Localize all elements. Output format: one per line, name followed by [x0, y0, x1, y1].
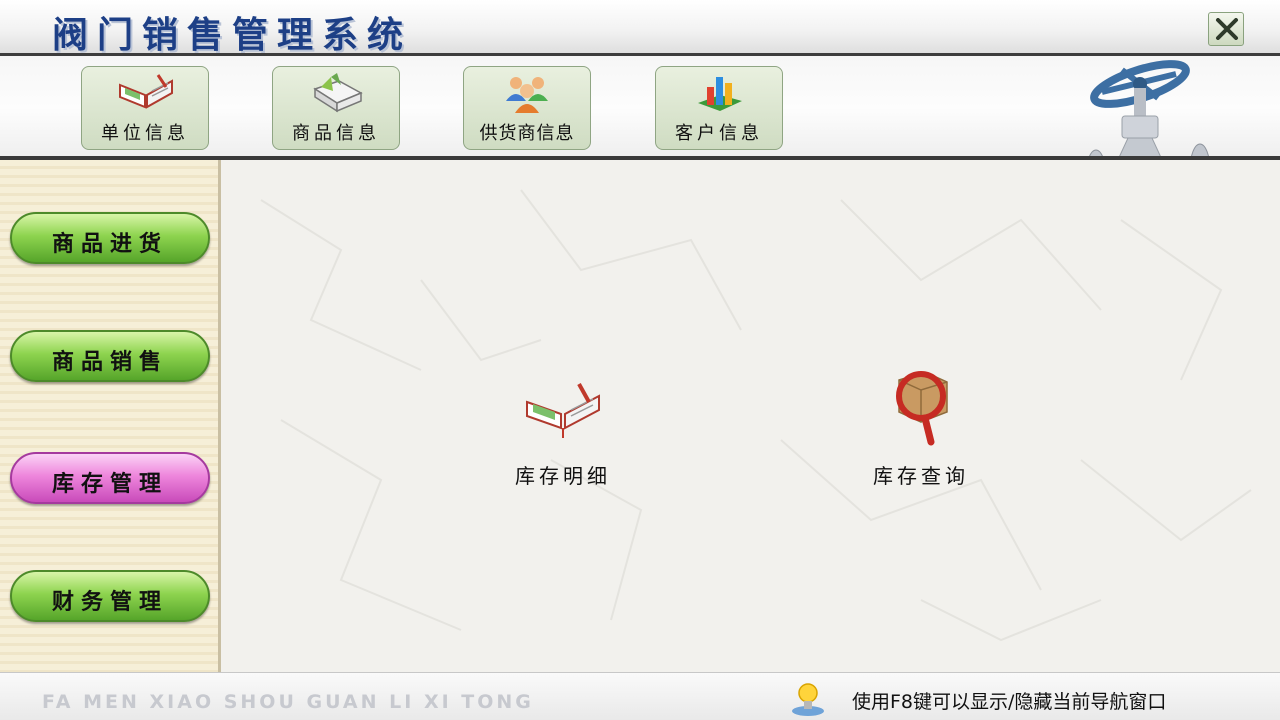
supplier-info-button[interactable]: 供货商信息: [463, 66, 591, 150]
app-title: 阀门销售管理系统: [52, 15, 413, 56]
sidebar-item-label: 商品进货: [51, 232, 168, 257]
bar-chart-icon: [698, 77, 742, 111]
main-content: 库存明细 库存查询: [221, 160, 1280, 672]
inventory-detail-label: 库存明细: [515, 464, 611, 488]
sidebar-item-label: 财务管理: [51, 590, 168, 615]
background-texture: [260, 189, 1252, 642]
magnifier-box-icon: [896, 371, 948, 446]
inventory-query-label: 库存查询: [873, 464, 969, 488]
product-card-icon: [313, 73, 363, 113]
sidebar: 商品进货 商品销售 库存管理 财务管理: [0, 160, 218, 672]
lightbulb-icon: [792, 683, 824, 716]
sidebar-item-purchase[interactable]: 商品进货: [10, 212, 210, 264]
unit-info-button[interactable]: 单位信息: [81, 66, 209, 150]
customer-info-label: 客户信息: [675, 123, 763, 144]
footer-slogan: FA MEN XIAO SHOU GUAN LI XI TONG: [42, 691, 534, 713]
footer-hint: 使用F8键可以显示/隐藏当前导航窗口: [852, 691, 1167, 713]
close-x-icon: [1216, 18, 1238, 40]
sidebar-item-label: 商品销售: [51, 350, 168, 375]
unit-info-label: 单位信息: [101, 123, 189, 144]
product-info-label: 商品信息: [292, 123, 380, 144]
top-toolbar: 单位信息 商品信息 供货商信息 客户信息: [0, 56, 1280, 203]
open-book-icon: [119, 74, 173, 109]
sidebar-item-finance[interactable]: 财务管理: [10, 570, 210, 622]
supplier-info-label: 供货商信息: [479, 123, 575, 144]
people-group-icon: [506, 77, 548, 113]
status-bar: FA MEN XIAO SHOU GUAN LI XI TONG 使用F8键可以…: [0, 672, 1280, 720]
title-bar: 阀门销售管理系统: [0, 0, 1280, 56]
inventory-query-item[interactable]: 库存查询: [841, 366, 1001, 496]
inventory-detail-item[interactable]: 库存明细: [483, 366, 643, 496]
open-book-icon: [526, 383, 600, 438]
product-info-button[interactable]: 商品信息: [272, 66, 400, 150]
sidebar-item-inventory[interactable]: 库存管理: [10, 452, 210, 504]
customer-info-button[interactable]: 客户信息: [655, 66, 783, 150]
close-button[interactable]: [1208, 12, 1244, 46]
sidebar-item-sales[interactable]: 商品销售: [10, 330, 210, 382]
sidebar-item-label: 库存管理: [51, 472, 168, 497]
